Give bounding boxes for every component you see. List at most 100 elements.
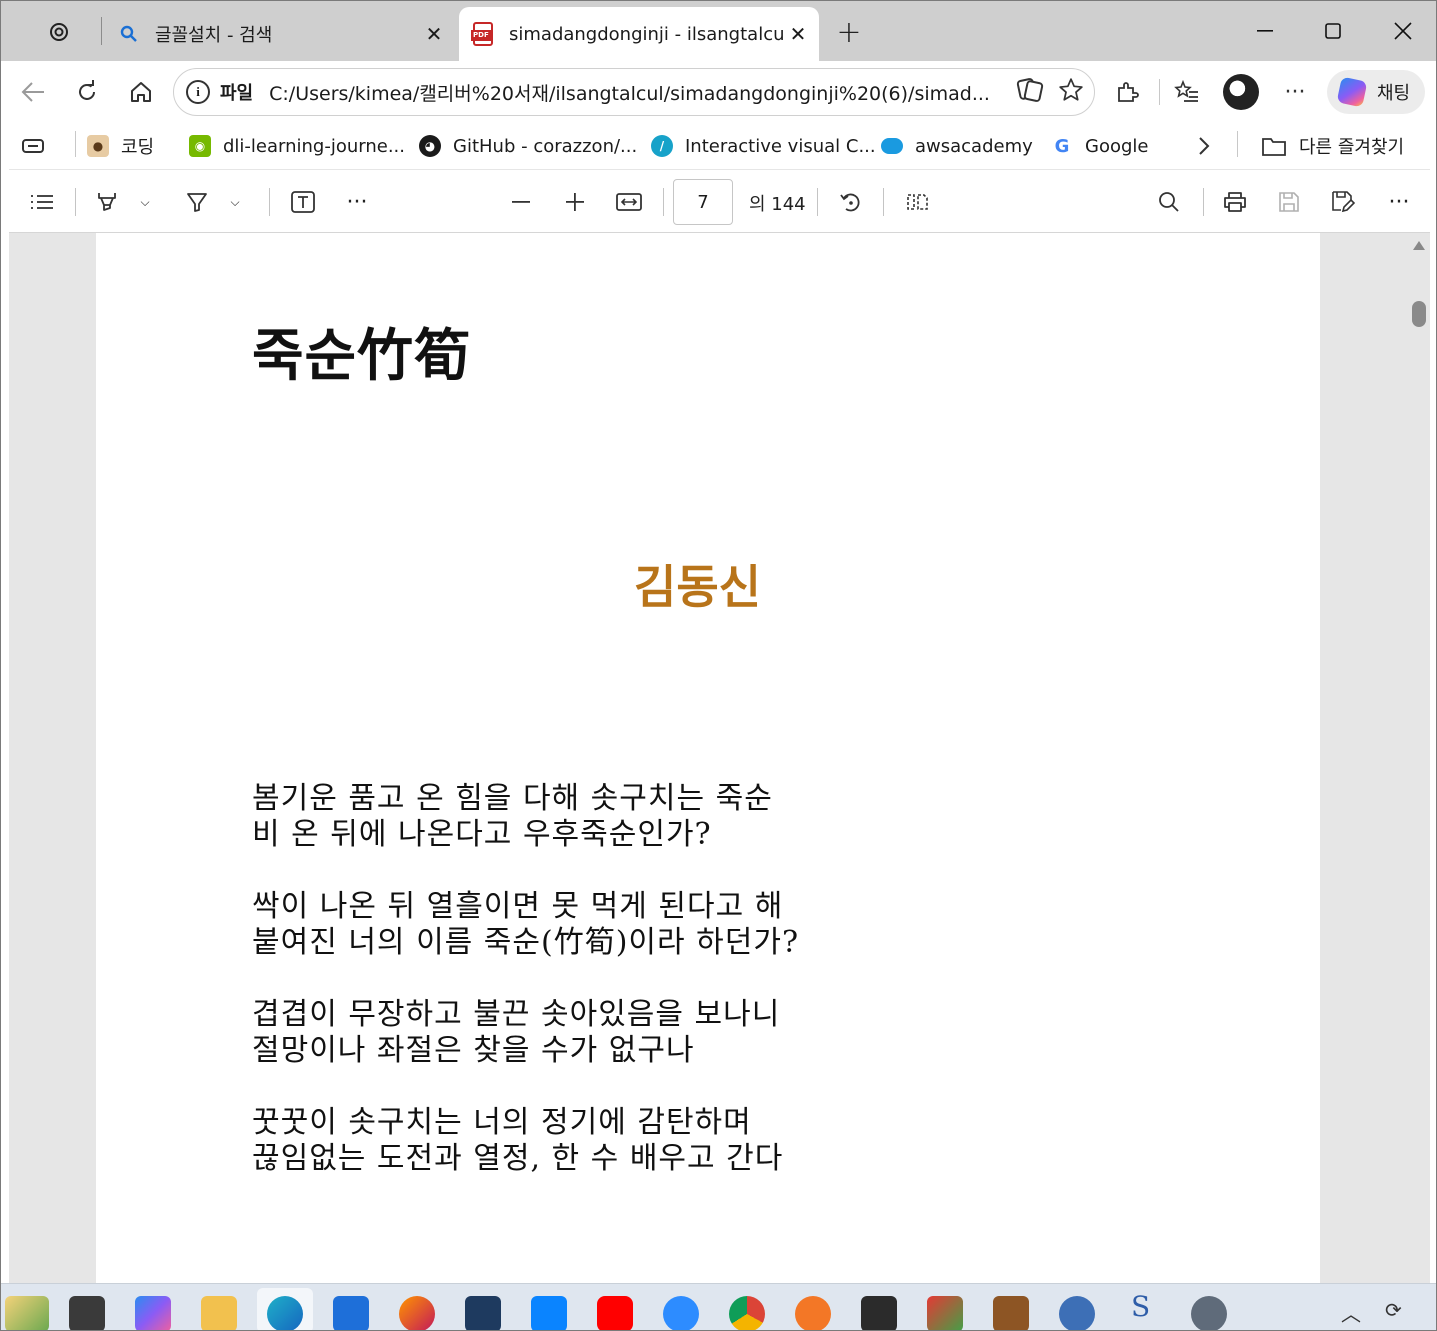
file-explorer-icon[interactable] [201, 1296, 237, 1330]
info-icon[interactable]: i [186, 80, 210, 104]
settings-gear-icon[interactable] [1191, 1296, 1227, 1330]
tab-actions-icon[interactable] [21, 131, 45, 161]
add-text-icon[interactable] [289, 184, 317, 220]
toolbar-divider [75, 188, 76, 216]
edge-browser-icon[interactable] [267, 1296, 303, 1330]
poem-stanza: 겹겹이 무장하고 불끈 솟아있음을 보나니 절망이나 좌절은 찾을 수가 없구나 [252, 997, 799, 1069]
poem-author: 김동신 [634, 560, 761, 614]
favorite-label: Google [1085, 135, 1149, 157]
chevron-down-icon[interactable]: ⌵ [225, 184, 245, 220]
address-bar[interactable]: i 파일 C:/Users/kimea/캘리버%20서재/ilsangtalcu… [173, 68, 1095, 116]
print-icon[interactable] [1221, 184, 1249, 220]
copilot-label: 채팅 [1377, 83, 1411, 104]
copilot-taskbar-icon[interactable] [135, 1296, 171, 1330]
pdf-toolbar: ⌵ ⌵ ··· 7 의 144 ··· [9, 169, 1430, 233]
cloud-icon [881, 138, 903, 154]
scroll-up-arrow[interactable] [1413, 241, 1425, 250]
save-as-icon[interactable] [1329, 184, 1357, 220]
navigation-bar: i 파일 C:/Users/kimea/캘리버%20서재/ilsangtalcu… [1, 61, 1436, 123]
tab-title: 글꼴설치 - 검색 [155, 25, 273, 46]
poem-line: 싹이 나온 뒤 열흘이면 못 먹게 된다고 해 [252, 889, 784, 924]
more-options-icon[interactable]: ··· [1385, 184, 1413, 220]
rotate-icon[interactable] [837, 184, 865, 220]
favorite-item-dli[interactable]: ◉ dli-learning-journe... [189, 131, 405, 161]
weather-widget-icon[interactable] [5, 1296, 49, 1330]
chevron-down-icon[interactable]: ⌵ [135, 184, 155, 220]
zoom-out-icon[interactable] [507, 184, 535, 220]
chrome-icon[interactable] [729, 1296, 765, 1330]
table-of-contents-icon[interactable] [27, 184, 57, 220]
favorite-item-awsacademy[interactable]: awsacademy [881, 131, 1033, 161]
address-scheme: 파일 [220, 83, 254, 104]
poem-line: 꿋꿋이 솟구치는 너의 정기에 감탄하며 [252, 1105, 752, 1140]
pdf-icon: PDF [471, 22, 495, 46]
poem-stanza: 싹이 나온 뒤 열흘이면 못 먹게 된다고 해 붙여진 너의 이름 죽순(竹筍)… [252, 889, 799, 961]
favorite-item-github[interactable]: ◕ GitHub - corazzon/... [419, 131, 637, 161]
poem-line: 봄기운 품고 온 힘을 다해 솟구치는 죽순 [252, 781, 773, 816]
new-tab-button[interactable]: + [831, 15, 867, 50]
app-icon[interactable] [465, 1296, 501, 1330]
chevron-up-icon[interactable]: ︿ [1341, 1298, 1361, 1327]
extensions-icon[interactable] [1107, 72, 1147, 112]
toolbar-divider [817, 188, 818, 216]
close-tab-icon[interactable]: ✕ [783, 19, 813, 49]
more-options-icon[interactable]: ··· [1275, 72, 1315, 112]
home-button[interactable] [121, 72, 161, 112]
favorite-star-icon[interactable] [1058, 77, 1084, 107]
favorite-item-interactive[interactable]: / Interactive visual C... [651, 131, 876, 161]
poem-title: 죽순竹筍 [252, 324, 472, 389]
favorites-icon[interactable] [1167, 72, 1207, 112]
search-icon[interactable] [1155, 184, 1183, 220]
highlight-icon[interactable] [93, 184, 121, 220]
back-button[interactable] [13, 72, 53, 112]
pdf-page: 죽순竹筍 김동신 봄기운 품고 온 힘을 다해 솟구치는 죽순 비 온 뒤에 나… [96, 233, 1320, 1283]
folder-icon [1261, 135, 1287, 157]
fit-width-icon[interactable] [615, 184, 643, 220]
more-tools-icon[interactable]: ··· [343, 184, 371, 220]
favorites-chevron-right-icon[interactable] [1197, 131, 1211, 161]
app-icon[interactable] [927, 1296, 963, 1330]
tab-pdf[interactable]: PDF simadangdonginji - ilsangtalcul.pdf … [459, 7, 819, 61]
poem-line: 겹겹이 무장하고 불끈 솟아있음을 보나니 [252, 997, 781, 1032]
firefox-icon[interactable] [399, 1296, 435, 1330]
zoom-icon[interactable] [663, 1296, 699, 1330]
sync-icon[interactable]: ⟳ [1385, 1298, 1402, 1322]
pdf-viewport[interactable]: 죽순竹筍 김동신 봄기운 품고 온 힘을 다해 솟구치는 죽순 비 온 뒤에 나… [9, 233, 1430, 1283]
maximize-button[interactable] [1309, 11, 1357, 51]
jupyter-icon[interactable] [795, 1296, 831, 1330]
favorites-divider [75, 131, 76, 157]
minimize-button[interactable] [1241, 11, 1289, 51]
youtube-icon[interactable] [597, 1296, 633, 1330]
toolbar-divider [1203, 188, 1204, 216]
chatgpt-app-icon[interactable] [39, 15, 79, 49]
slash-icon: / [651, 135, 673, 157]
microsoft-store-icon[interactable] [333, 1296, 369, 1330]
favorite-item-google[interactable]: G Google [1051, 131, 1148, 161]
tab-search[interactable]: 글꼴설치 - 검색 ✕ [107, 7, 455, 61]
page-view-icon[interactable] [903, 184, 931, 220]
profile-avatar[interactable] [1223, 74, 1259, 110]
copilot-chat-button[interactable]: 채팅 [1327, 70, 1425, 114]
page-number-input[interactable]: 7 [673, 179, 733, 225]
task-view-icon[interactable] [69, 1296, 105, 1330]
favorite-item-coding[interactable]: ● 코딩 [87, 131, 154, 161]
draw-icon[interactable] [183, 184, 211, 220]
close-window-button[interactable] [1379, 11, 1427, 51]
github-icon: ◕ [419, 135, 441, 157]
pycharm-icon[interactable] [861, 1296, 897, 1330]
tab-separator [101, 17, 102, 45]
remote-desktop-icon[interactable] [531, 1296, 567, 1330]
app-s-icon[interactable]: S [1131, 1290, 1150, 1323]
scrollbar-thumb[interactable] [1412, 301, 1426, 327]
calibre-icon[interactable] [993, 1296, 1029, 1330]
app-icon[interactable] [1059, 1296, 1095, 1330]
zoom-in-icon[interactable] [561, 184, 589, 220]
poem-line: 절망이나 좌절은 찾을 수가 없구나 [252, 1033, 695, 1068]
save-icon[interactable] [1275, 184, 1303, 220]
refresh-button[interactable] [67, 72, 107, 112]
read-aloud-icon[interactable] [1016, 77, 1044, 107]
address-url[interactable]: C:/Users/kimea/캘리버%20서재/ilsangtalcul/sim… [269, 79, 1016, 106]
close-tab-icon[interactable]: ✕ [419, 19, 449, 49]
favorites-divider [1237, 131, 1238, 157]
other-favorites-folder[interactable]: 다른 즐겨찾기 [1261, 131, 1404, 161]
